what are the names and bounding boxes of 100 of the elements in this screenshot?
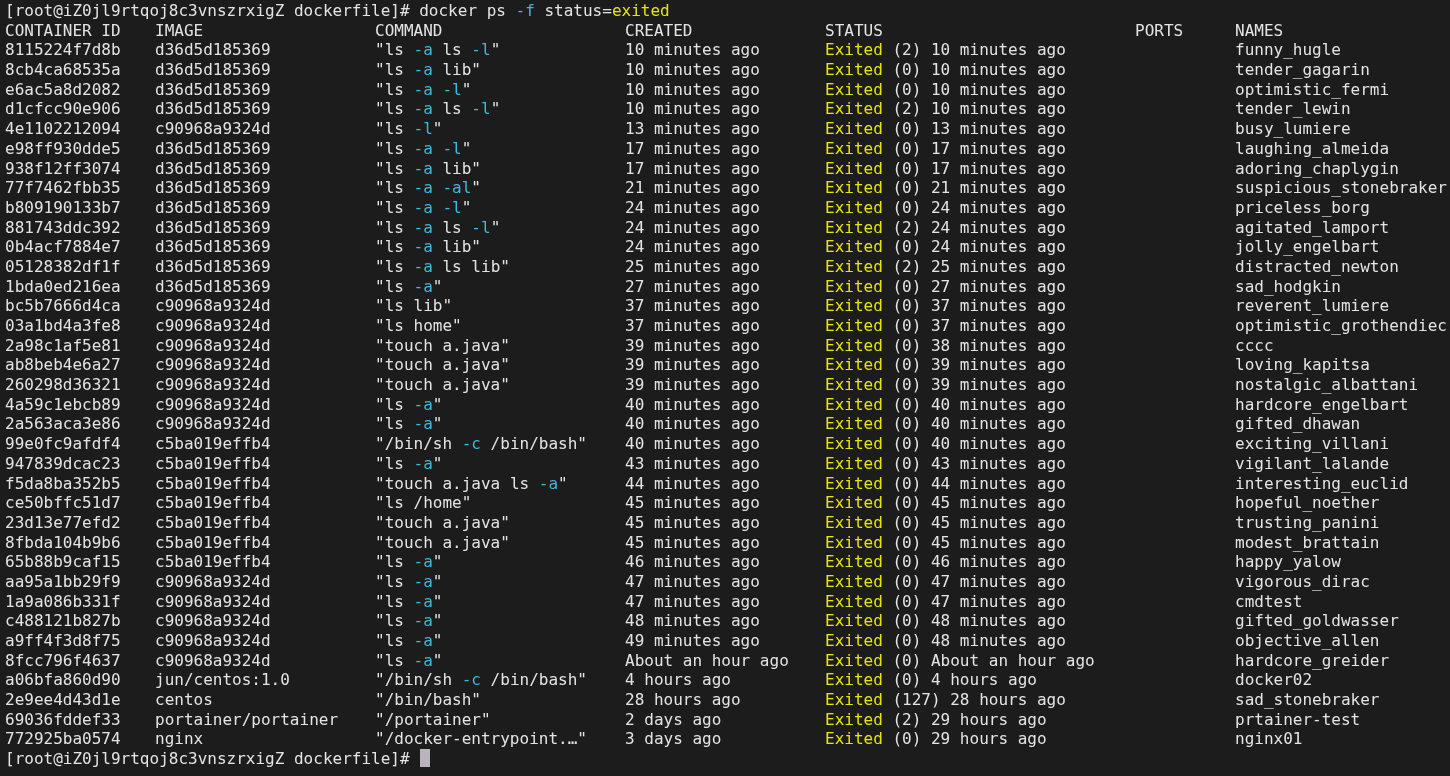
container-name: vigilant_lalande [1235, 453, 1390, 474]
image-name: d36d5d185369 [155, 256, 271, 277]
status-text: Exited (0) 17 minutes ago [825, 138, 1066, 159]
created-time: 10 minutes ago [625, 99, 760, 120]
container-name: funny_hugle [1235, 40, 1341, 61]
created-time: 10 minutes ago [625, 40, 760, 61]
container-id: 881743ddc392 [5, 217, 121, 238]
status-text: Exited (0) 37 minutes ago [825, 296, 1066, 316]
container-name: gifted_goldwasser [1235, 611, 1399, 631]
container-id: f5da8ba352b5 [5, 473, 121, 494]
container-name: suspicious_stonebraker [1235, 178, 1447, 198]
image-name: c90968a9324d [155, 571, 271, 592]
container-id: a06bfa860d90 [5, 670, 121, 691]
column-header: STATUS [825, 20, 883, 41]
created-time: 37 minutes ago [625, 296, 760, 316]
status-text: Exited (0) 45 minutes ago [825, 493, 1066, 513]
image-name: d36d5d185369 [155, 276, 271, 297]
command-text: "ls -a -l" [375, 79, 472, 100]
container-name: cccc [1235, 335, 1274, 356]
created-time: 24 minutes ago [625, 217, 760, 238]
created-time: 3 days ago [625, 729, 722, 750]
command-text: "touch a.java ls -a" [375, 473, 568, 494]
command-text: "touch a.java" [375, 532, 510, 553]
container-name: objective_allen [1235, 631, 1380, 651]
status-text: Exited (0) 46 minutes ago [825, 552, 1066, 572]
created-time: 46 minutes ago [625, 552, 760, 572]
created-time: 39 minutes ago [625, 355, 760, 376]
status-text: Exited (0) 39 minutes ago [825, 355, 1066, 376]
container-id: aa95a1bb29f9 [5, 571, 121, 592]
command-text: "ls lib" [375, 296, 453, 316]
status-text: Exited (0) 43 minutes ago [825, 453, 1066, 474]
status-text: Exited (0) 45 minutes ago [825, 532, 1066, 553]
image-name: c5ba019effb4 [155, 512, 271, 533]
command-text: "ls -a" [375, 552, 443, 572]
container-id: 8fbda104b9b6 [5, 532, 121, 553]
command-text: "ls home" [375, 316, 462, 336]
container-name: laughing_almeida [1235, 138, 1390, 159]
container-name: cmdtest [1235, 591, 1303, 612]
container-id: 69036fddef33 [5, 709, 121, 730]
column-header: CREATED [625, 20, 693, 41]
image-name: portainer/portainer [155, 709, 339, 730]
status-text: Exited (0) 21 minutes ago [825, 178, 1066, 198]
command-text: "ls -a" [375, 631, 443, 651]
command-text: "ls -a -al" [375, 178, 481, 198]
container-name: distracted_newton [1235, 256, 1399, 277]
command-text: "ls -a" [375, 650, 443, 671]
container-id: 2a98c1af5e81 [5, 335, 121, 356]
container-name: nostalgic_albattani [1235, 375, 1419, 395]
image-name: d36d5d185369 [155, 60, 271, 80]
command-text: "ls -a" [375, 414, 443, 435]
status-text: Exited (0) 24 minutes ago [825, 197, 1066, 218]
column-header: COMMAND [375, 20, 443, 41]
container-id: b809190133b7 [5, 197, 121, 218]
command-text: "touch a.java" [375, 335, 510, 356]
image-name: c90968a9324d [155, 296, 271, 316]
container-name: hardcore_greider [1235, 650, 1390, 671]
container-id: e98ff930dde5 [5, 138, 121, 159]
image-name: d36d5d185369 [155, 40, 271, 61]
created-time: 13 minutes ago [625, 119, 760, 139]
status-text: Exited (0) 48 minutes ago [825, 631, 1066, 651]
status-text: Exited (0) 39 minutes ago [825, 375, 1066, 395]
status-text: Exited (2) 10 minutes ago [825, 99, 1066, 120]
command-text: "ls -a ls lib" [375, 256, 510, 277]
container-name: hopeful_noether [1235, 493, 1380, 513]
created-time: 47 minutes ago [625, 571, 760, 592]
created-time: 28 hours ago [625, 690, 741, 710]
container-name: optimistic_fermi [1235, 79, 1390, 100]
container-name: tender_lewin [1235, 99, 1351, 120]
container-id: 260298d36321 [5, 375, 121, 395]
command-text: "touch a.java" [375, 355, 510, 376]
container-name: happy_yalow [1235, 552, 1341, 572]
created-time: 40 minutes ago [625, 434, 760, 454]
created-time: 27 minutes ago [625, 276, 760, 297]
created-time: 45 minutes ago [625, 512, 760, 533]
container-name: docker02 [1235, 670, 1313, 691]
command-text: "ls -a ls -l" [375, 99, 501, 120]
image-name: d36d5d185369 [155, 217, 271, 238]
container-id: 8cb4ca68535a [5, 60, 121, 80]
command-text: "/bin/sh -c /bin/bash" [375, 434, 587, 454]
created-time: 47 minutes ago [625, 591, 760, 612]
container-name: nginx01 [1235, 729, 1303, 750]
image-name: d36d5d185369 [155, 99, 271, 120]
container-id: 0b4acf7884e7 [5, 237, 121, 257]
container-id: a9ff4f3d8f75 [5, 631, 121, 651]
status-text: Exited (0) 24 minutes ago [825, 237, 1066, 257]
container-name: gifted_dhawan [1235, 414, 1361, 435]
status-text: Exited (0) 40 minutes ago [825, 434, 1066, 454]
created-time: 40 minutes ago [625, 394, 760, 415]
container-id: 772925ba0574 [5, 729, 121, 750]
image-name: jun/centos:1.0 [155, 670, 290, 691]
container-id: 4a59c1ebcb89 [5, 394, 121, 415]
column-header: NAMES [1235, 20, 1284, 41]
container-id: 8115224f7d8b [5, 40, 121, 61]
container-name: optimistic_grothendiec [1235, 316, 1447, 336]
created-time: 40 minutes ago [625, 414, 760, 435]
image-name: c5ba019effb4 [155, 434, 271, 454]
created-time: 39 minutes ago [625, 335, 760, 356]
status-text: Exited (0) About an hour ago [825, 650, 1095, 671]
status-text: Exited (0) 4 hours ago [825, 670, 1037, 691]
command-text: "ls -a ls -l" [375, 217, 501, 238]
